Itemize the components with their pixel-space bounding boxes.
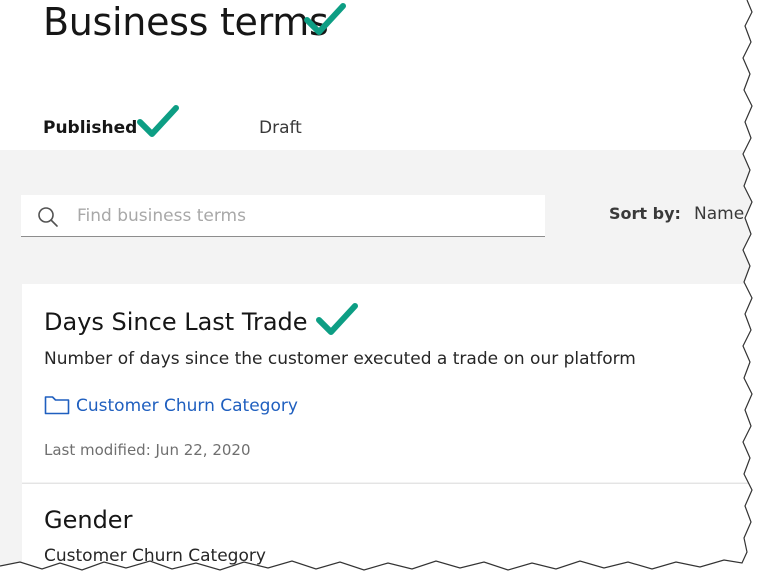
tab-draft[interactable]: Draft <box>235 108 451 151</box>
screenshot-frame: Business terms Published Draft Sort by: … <box>0 0 763 581</box>
folder-icon <box>44 394 70 420</box>
tab-draft-label: Draft <box>259 118 302 138</box>
term-title[interactable]: Gender <box>44 506 132 534</box>
checkmark-icon <box>316 302 358 336</box>
term-card[interactable]: Days Since Last Trade Number of days sin… <box>22 284 763 482</box>
term-description: Customer Churn Category <box>44 546 266 566</box>
tab-published-label: Published <box>43 118 138 138</box>
page-title: Business terms <box>43 0 329 44</box>
tab-published[interactable]: Published <box>21 108 235 151</box>
checkmark-icon <box>137 104 179 138</box>
checkmark-icon <box>304 2 346 36</box>
search-icon <box>37 206 59 232</box>
term-card[interactable]: Gender Customer Churn Category <box>22 483 763 581</box>
tab-bar: Published Draft <box>21 108 451 153</box>
sort-dropdown[interactable]: Name <box>694 204 744 224</box>
sort-label: Sort by: <box>609 204 681 223</box>
search-input[interactable] <box>75 195 539 237</box>
last-modified: Last modified: Jun 22, 2020 <box>44 441 251 459</box>
search-field[interactable] <box>21 195 545 237</box>
term-description: Number of days since the customer execut… <box>44 349 636 369</box>
term-title[interactable]: Days Since Last Trade <box>44 308 308 336</box>
category-link-label[interactable]: Customer Churn Category <box>76 396 298 416</box>
